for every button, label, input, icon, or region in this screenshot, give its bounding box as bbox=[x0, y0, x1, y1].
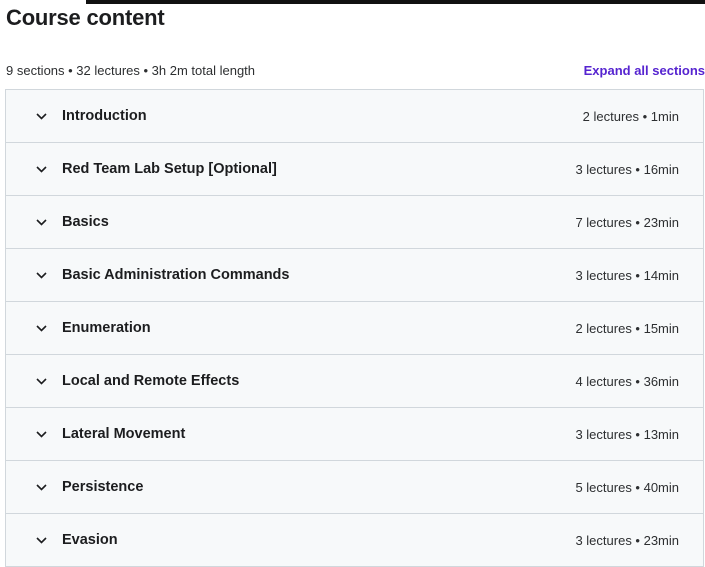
section-meta: 5 lectures • 40min bbox=[575, 479, 679, 495]
course-summary-row: 9 sections • 32 lectures • 3h 2m total l… bbox=[6, 60, 705, 80]
section-meta: 7 lectures • 23min bbox=[575, 214, 679, 230]
top-divider-bar bbox=[86, 0, 705, 4]
section-item[interactable]: Evasion 3 lectures • 23min bbox=[6, 514, 703, 566]
section-title: Persistence bbox=[62, 479, 144, 495]
section-meta: 3 lectures • 14min bbox=[575, 267, 679, 283]
section-meta: 2 lectures • 1min bbox=[582, 108, 679, 124]
chevron-down-icon bbox=[35, 428, 47, 440]
section-title: Introduction bbox=[62, 108, 147, 124]
chevron-down-icon bbox=[35, 269, 47, 281]
page-title: Course content bbox=[6, 5, 165, 30]
section-item[interactable]: Persistence 5 lectures • 40min bbox=[6, 461, 703, 514]
section-title: Basics bbox=[62, 214, 109, 230]
section-meta: 4 lectures • 36min bbox=[575, 373, 679, 389]
section-item[interactable]: Red Team Lab Setup [Optional] 3 lectures… bbox=[6, 143, 703, 196]
section-item[interactable]: Local and Remote Effects 4 lectures • 36… bbox=[6, 355, 703, 408]
chevron-down-icon bbox=[35, 216, 47, 228]
chevron-down-icon bbox=[35, 322, 47, 334]
section-title: Local and Remote Effects bbox=[62, 373, 240, 389]
chevron-down-icon bbox=[35, 163, 47, 175]
section-item[interactable]: Enumeration 2 lectures • 15min bbox=[6, 302, 703, 355]
section-title: Enumeration bbox=[62, 320, 151, 336]
section-item[interactable]: Introduction 2 lectures • 1min bbox=[6, 90, 703, 143]
section-meta: 3 lectures • 13min bbox=[575, 426, 679, 442]
chevron-down-icon bbox=[35, 375, 47, 387]
chevron-down-icon bbox=[35, 110, 47, 122]
section-title: Basic Administration Commands bbox=[62, 267, 290, 283]
section-meta: 3 lectures • 16min bbox=[575, 161, 679, 177]
expand-all-sections-button[interactable]: Expand all sections bbox=[584, 63, 705, 78]
section-meta: 3 lectures • 23min bbox=[575, 532, 679, 548]
section-item[interactable]: Lateral Movement 3 lectures • 13min bbox=[6, 408, 703, 461]
course-summary-text: 9 sections • 32 lectures • 3h 2m total l… bbox=[6, 62, 256, 78]
section-item[interactable]: Basic Administration Commands 3 lectures… bbox=[6, 249, 703, 302]
chevron-down-icon bbox=[35, 481, 47, 493]
section-item[interactable]: Basics 7 lectures • 23min bbox=[6, 196, 703, 249]
section-title: Red Team Lab Setup [Optional] bbox=[62, 161, 277, 177]
section-title: Evasion bbox=[62, 532, 118, 548]
chevron-down-icon bbox=[35, 534, 47, 546]
section-title: Lateral Movement bbox=[62, 426, 186, 442]
section-list: Introduction 2 lectures • 1min Red Team … bbox=[5, 89, 704, 567]
section-meta: 2 lectures • 15min bbox=[575, 320, 679, 336]
